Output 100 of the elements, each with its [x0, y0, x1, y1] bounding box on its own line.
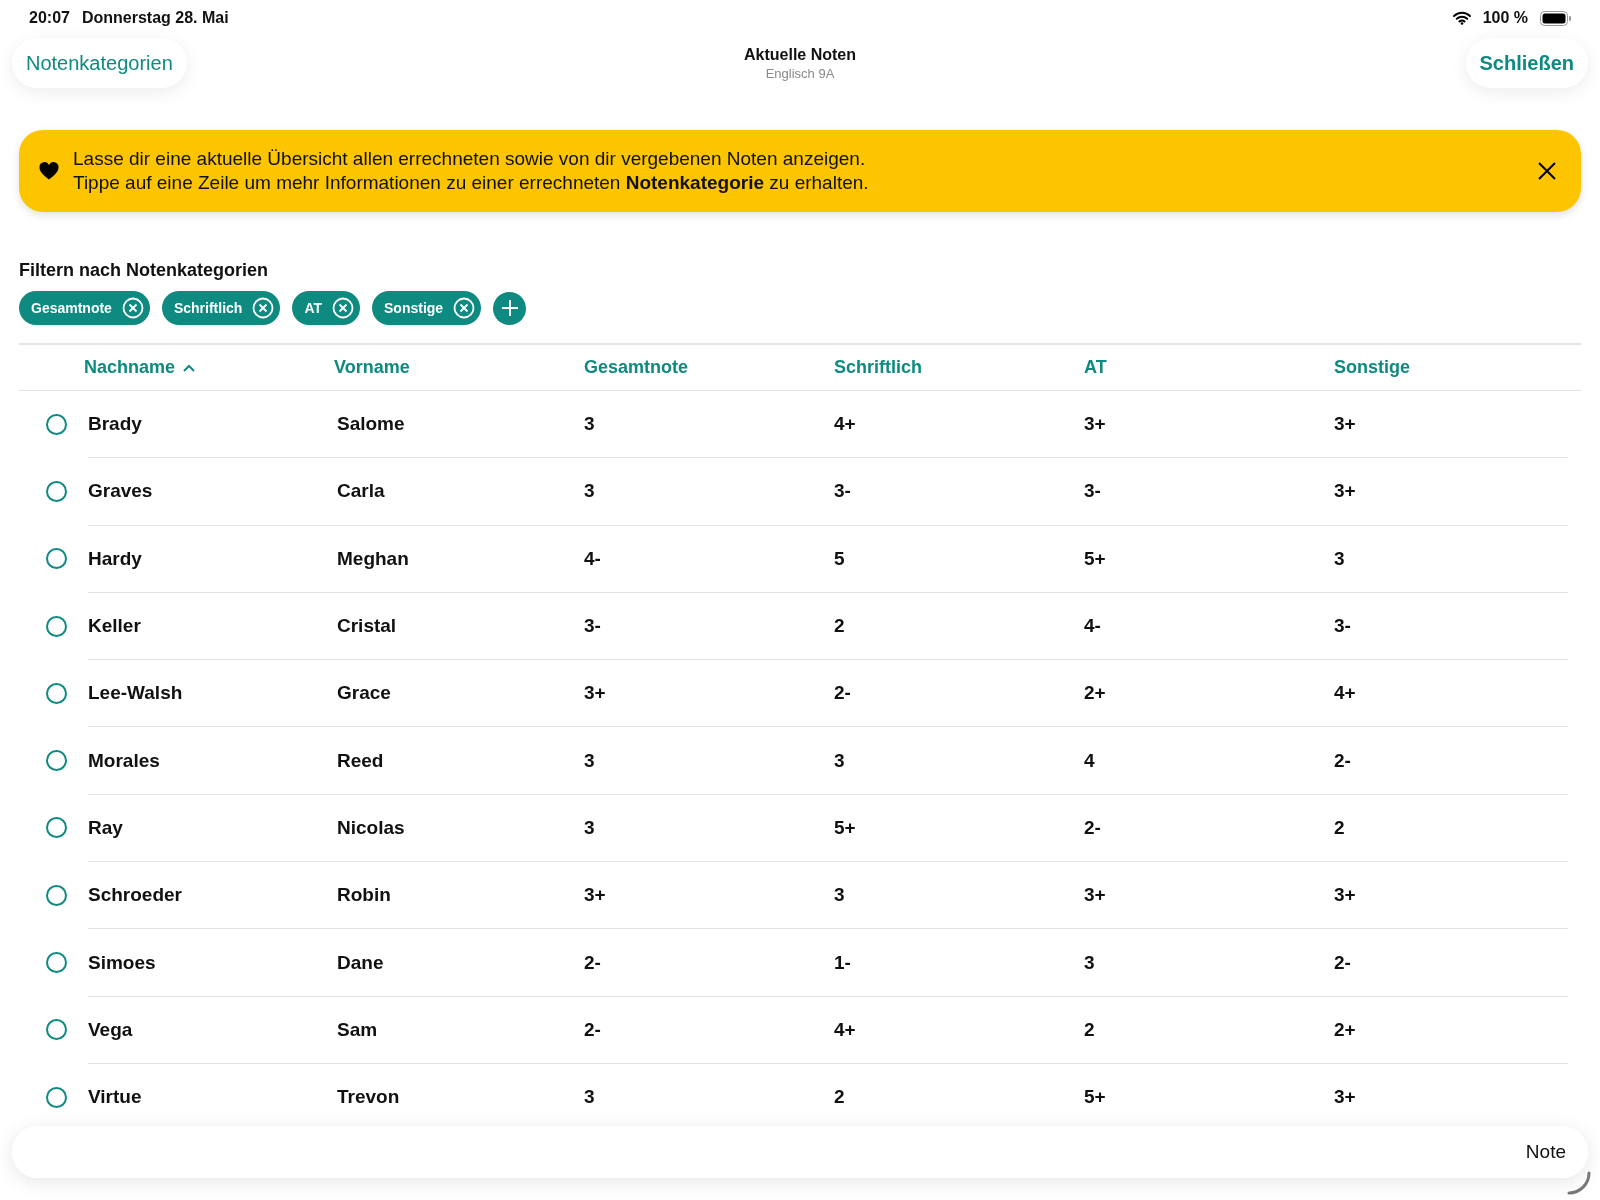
column-header[interactable]: AT	[1084, 357, 1107, 378]
table-cell: 2+	[1084, 682, 1106, 705]
table-cell: 3	[584, 480, 595, 503]
status-time: 20:07	[29, 9, 70, 27]
table-cell-text: Salome	[336, 413, 405, 436]
table-cell: 3+	[1334, 884, 1356, 907]
table-cell: 4+	[1334, 682, 1356, 705]
table-cell: 3-	[584, 615, 601, 638]
table-cell: 3+	[1334, 1086, 1356, 1109]
wifi-icon	[1452, 11, 1471, 25]
table-cell-text: Carla	[336, 480, 385, 503]
table-cell: 2	[834, 615, 845, 638]
table-cell-text: Trevon	[336, 1086, 400, 1109]
table-cell: 1-	[834, 951, 851, 974]
table-cell-text: Robin	[336, 884, 391, 907]
categories-button[interactable]: Notenkategorien	[12, 38, 187, 88]
table-cell: 3	[584, 749, 595, 772]
table-cell-text: Hardy	[87, 547, 142, 570]
table-cell: 5+	[1084, 547, 1106, 570]
table-cell: 2-	[1334, 749, 1351, 772]
remove-icon	[121, 297, 144, 319]
table-cell-text: Simoes	[87, 951, 156, 974]
table-cell: 3+	[1334, 480, 1356, 503]
table-cell: 5+	[1084, 1086, 1106, 1109]
table-cell: 3	[1334, 547, 1345, 570]
grabber-icon	[1566, 1170, 1592, 1196]
table-cell: 4-	[1084, 615, 1101, 638]
table-cell-text: Cristal	[336, 615, 397, 638]
table-cell: 4	[1084, 749, 1095, 772]
table-cell: 3	[834, 884, 845, 907]
table-cell-text: Vega	[87, 1018, 133, 1041]
table-cell: 3	[834, 749, 845, 772]
table-cell-text: Morales	[87, 749, 160, 772]
filter-chip[interactable]: Sonstige	[372, 291, 482, 325]
column-header[interactable]: Sonstige	[1334, 357, 1410, 378]
row-select-radio[interactable]	[46, 615, 67, 637]
row-select-radio[interactable]	[46, 952, 67, 973]
table-cell: 4+	[834, 413, 856, 436]
row-select-radio[interactable]	[46, 817, 67, 839]
table-cell: 3+	[1334, 413, 1356, 436]
plus-icon	[500, 299, 519, 317]
table-cell-text: Keller	[87, 615, 141, 638]
row-select-radio[interactable]	[46, 750, 67, 772]
table-cell: 2-	[1084, 816, 1101, 839]
table-cell: 2-	[584, 1018, 601, 1041]
row-select-radio[interactable]	[46, 413, 67, 435]
table-cell: 4+	[834, 1018, 856, 1041]
row-select-radio[interactable]	[46, 1019, 67, 1041]
table-cell: 2	[834, 1086, 845, 1109]
filter-chip[interactable]: Schriftlich	[161, 291, 281, 325]
filter-chip[interactable]: AT	[292, 291, 360, 325]
table-cell-text: Sam	[336, 1018, 378, 1041]
table-cell-text: Schroeder	[87, 884, 182, 907]
close-icon	[1538, 162, 1556, 180]
column-header[interactable]: Gesamtnote	[584, 357, 689, 378]
close-button[interactable]: Schließen	[1465, 38, 1588, 88]
table-cell: 3+	[584, 682, 606, 705]
row-select-radio[interactable]	[46, 1086, 67, 1108]
banner-text: Tippe auf eine Zeile um mehr Informationen zu einer errechneten Notenkategorie zu erhalten.	[73, 171, 870, 195]
table-cell: 2+	[1334, 1018, 1356, 1041]
table-cell: 4-	[584, 547, 601, 570]
battery-icon	[1540, 10, 1572, 26]
table-cell-text: Nicolas	[336, 816, 405, 839]
column-header[interactable]: Nachname	[84, 357, 196, 378]
table-cell: 5+	[834, 816, 856, 839]
nav-title: Aktuelle Noten	[744, 45, 856, 64]
row-select-radio[interactable]	[46, 480, 67, 502]
table-cell: 2	[1334, 816, 1345, 839]
table-cell-text: Reed	[336, 749, 384, 772]
table-cell: 2-	[834, 682, 851, 705]
column-header[interactable]: Vorname	[334, 357, 410, 378]
table-cell-text: Dane	[336, 951, 384, 974]
status-date: Donnerstag 28. Mai	[81, 9, 229, 27]
table-cell: 2-	[584, 951, 601, 974]
remove-icon	[453, 297, 476, 319]
table-cell: 3	[584, 413, 595, 436]
row-select-radio[interactable]	[46, 884, 67, 906]
table-cell: 5	[834, 547, 845, 570]
table-cell: 2	[1084, 1018, 1095, 1041]
filter-chip[interactable]: Gesamtnote	[19, 291, 150, 325]
column-header[interactable]: Schriftlich	[834, 357, 922, 378]
row-select-radio[interactable]	[46, 548, 67, 570]
row-select-radio[interactable]	[46, 682, 67, 704]
table-cell-text: Ray	[87, 816, 123, 839]
nav-subtitle: Englisch 9A	[765, 65, 835, 81]
table-cell: 3	[584, 1086, 595, 1109]
add-filter-button[interactable]	[493, 291, 527, 325]
bottom-bar-label: Note	[1525, 1141, 1566, 1163]
table-cell: 3	[1084, 951, 1095, 974]
table-cell-text: Lee-Walsh	[87, 682, 183, 705]
table-cell: 2-	[1334, 951, 1351, 974]
table-cell-text: Virtue	[87, 1086, 142, 1109]
table-cell-text: Graves	[87, 480, 153, 503]
table-cell-text: Meghan	[336, 547, 409, 570]
table-cell: 3-	[1334, 615, 1351, 638]
filter-title: Filtern nach Notenkategorien	[19, 260, 270, 281]
table-cell-text: Brady	[87, 413, 142, 436]
table-cell: 3-	[1084, 480, 1101, 503]
battery-percentage: 100 %	[1482, 9, 1528, 27]
remove-icon	[252, 297, 275, 319]
